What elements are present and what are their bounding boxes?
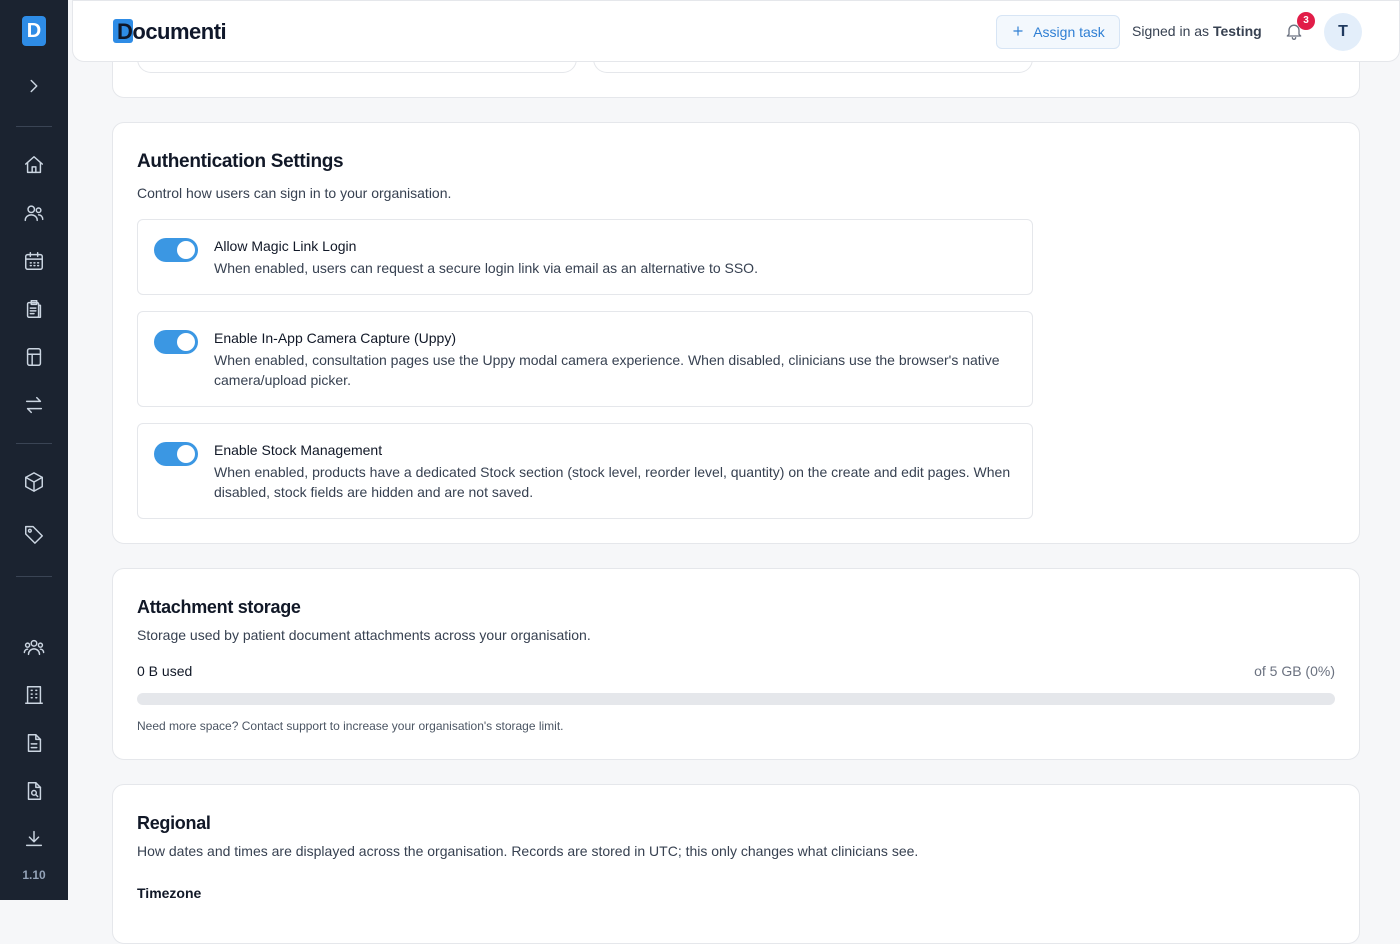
option-description: When enabled, products have a dedicated … <box>214 464 1011 500</box>
option-description: When enabled, users can request a secure… <box>214 260 758 276</box>
authentication-settings-card: Authentication Settings Control how user… <box>112 122 1360 544</box>
sidebar-divider <box>16 126 52 127</box>
regional-subtitle: How dates and times are displayed across… <box>137 843 919 859</box>
team-icon[interactable] <box>20 633 48 661</box>
option-description: When enabled, consultation pages use the… <box>214 352 1000 388</box>
option-title: Allow Magic Link Login <box>214 238 357 254</box>
brand-name: Documenti <box>117 19 227 44</box>
clipboard-icon[interactable] <box>20 295 48 323</box>
magic-link-toggle[interactable] <box>154 238 198 262</box>
sidebar-divider <box>16 576 52 577</box>
option-title: Enable In-App Camera Capture (Uppy) <box>214 330 457 346</box>
app-version: 1.10 <box>22 868 46 882</box>
storage-title: Attachment storage <box>137 597 301 617</box>
storage-subtitle: Storage used by patient document attachm… <box>137 627 591 643</box>
attachment-storage-card: Attachment storage Storage used by patie… <box>112 568 1360 760</box>
magic-link-option: Allow Magic Link Login When enabled, use… <box>137 219 1033 295</box>
building-icon[interactable] <box>20 681 48 709</box>
download-icon[interactable] <box>20 825 48 853</box>
signed-in-prefix: Signed in as <box>1132 23 1210 39</box>
calculator-icon[interactable] <box>20 343 48 371</box>
storage-progress-bar <box>137 693 1335 705</box>
timezone-label: Timezone <box>137 885 202 901</box>
home-icon[interactable] <box>20 151 48 179</box>
stock-management-option: Enable Stock Management When enabled, pr… <box>137 423 1033 519</box>
calendar-icon[interactable] <box>20 247 48 275</box>
users-icon[interactable] <box>20 199 48 227</box>
chevron-right-icon[interactable] <box>20 72 48 100</box>
auth-title: Authentication Settings <box>137 151 344 172</box>
top-bar: Documenti Assign task Signed in as Testi… <box>72 0 1400 62</box>
document-icon[interactable] <box>20 729 48 757</box>
sidebar: D 1.10 <box>0 0 68 900</box>
option-title: Enable Stock Management <box>214 442 383 458</box>
storage-note: Need more space? Contact support to incr… <box>137 719 564 733</box>
storage-used: 0 B used <box>137 663 193 679</box>
assign-task-label: Assign task <box>1033 24 1105 40</box>
transfer-icon[interactable] <box>20 391 48 419</box>
storage-quota: of 5 GB (0%) <box>1254 663 1335 679</box>
signed-in-user: Testing <box>1212 23 1262 39</box>
tag-icon[interactable] <box>20 520 48 548</box>
auth-subtitle: Control how users can sign in to your or… <box>137 185 452 201</box>
notification-badge: 3 <box>1297 12 1315 30</box>
regional-title: Regional <box>137 813 211 833</box>
camera-capture-option: Enable In-App Camera Capture (Uppy) When… <box>137 311 1033 407</box>
box-icon[interactable] <box>20 468 48 496</box>
avatar[interactable]: T <box>1324 13 1362 51</box>
app-logo[interactable]: D <box>22 16 46 46</box>
plus-icon <box>1011 24 1025 41</box>
sidebar-divider <box>16 443 52 444</box>
signed-in-text: Signed in as Testing <box>1132 23 1262 39</box>
regional-card: Regional How dates and times are display… <box>112 784 1360 944</box>
assign-task-button[interactable]: Assign task <box>996 15 1120 49</box>
file-search-icon[interactable] <box>20 777 48 805</box>
stock-management-toggle[interactable] <box>154 442 198 466</box>
camera-capture-toggle[interactable] <box>154 330 198 354</box>
